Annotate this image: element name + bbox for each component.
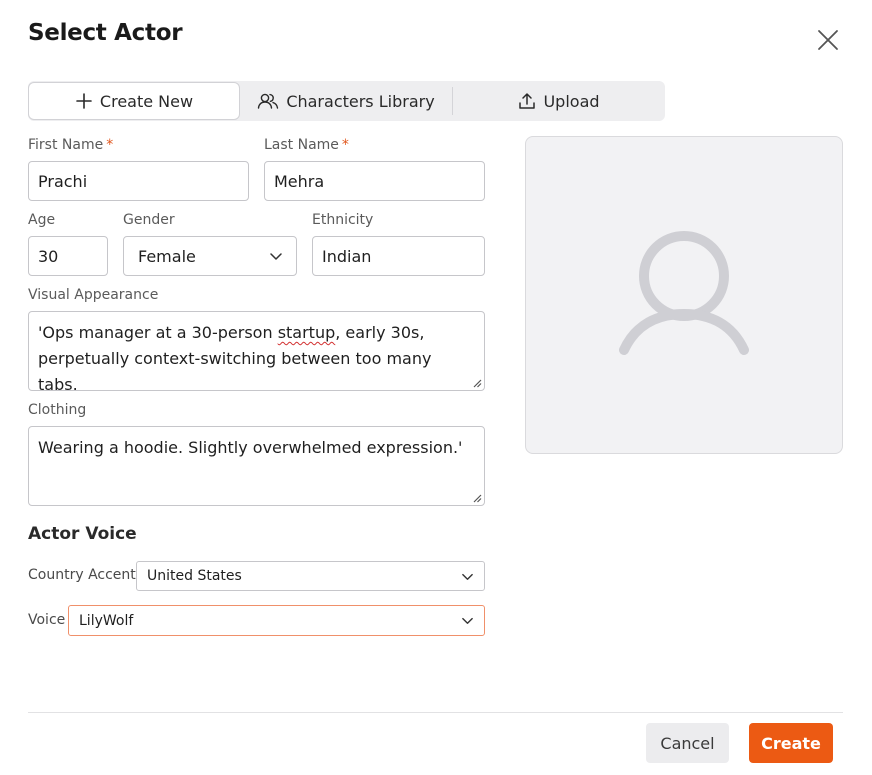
- last-name-value: Mehra: [274, 171, 325, 191]
- age-input[interactable]: 30: [28, 236, 108, 276]
- tab-label: Characters Library: [286, 91, 435, 111]
- visual-appearance-label: Visual Appearance: [28, 287, 159, 303]
- voice-value: LilyWolf: [79, 612, 134, 629]
- required-asterisk: *: [106, 137, 114, 153]
- last-name-label: Last Name *: [264, 137, 349, 153]
- visual-appearance-line-2: perpetually context-switching between to…: [38, 349, 432, 394]
- close-button[interactable]: [814, 26, 842, 54]
- actor-voice-heading: Actor Voice: [28, 524, 137, 544]
- resize-grip-icon[interactable]: [472, 493, 482, 503]
- text-segment: , early 30s,: [335, 323, 425, 342]
- country-accent-label: Country Accent: [28, 567, 136, 583]
- chevron-down-icon: [462, 573, 473, 580]
- chevron-down-icon: [270, 253, 282, 260]
- first-name-label: First Name *: [28, 137, 113, 153]
- gender-select[interactable]: Female: [123, 236, 297, 276]
- ethnicity-label: Ethnicity: [312, 212, 374, 228]
- close-icon: [818, 30, 838, 50]
- users-icon: [258, 93, 279, 109]
- tab-create-new[interactable]: Create New: [28, 82, 240, 120]
- first-name-input[interactable]: Prachi: [28, 161, 249, 201]
- gender-label: Gender: [123, 212, 175, 228]
- tab-label: Upload: [543, 91, 600, 111]
- tab-upload[interactable]: Upload: [453, 81, 665, 121]
- clothing-value: Wearing a hoodie. Slightly overwhelmed e…: [38, 438, 463, 457]
- age-label: Age: [28, 212, 56, 228]
- tab-bar: Create New Characters Library Upload: [28, 81, 665, 121]
- ethnicity-value: Indian: [322, 246, 372, 266]
- first-name-label-text: First Name: [28, 137, 104, 153]
- last-name-label-text: Last Name: [264, 137, 339, 153]
- upload-icon: [519, 93, 536, 109]
- plus-icon: [76, 93, 92, 109]
- chevron-down-icon: [462, 617, 473, 624]
- tab-label: Create New: [99, 91, 194, 111]
- voice-label: Voice: [28, 612, 66, 628]
- actor-preview-panel: [525, 136, 843, 454]
- gender-value: Female: [138, 246, 196, 266]
- visual-appearance-line-1: 'Ops manager at a 30-person startup, ear…: [38, 320, 475, 346]
- country-accent-select[interactable]: United States: [136, 561, 485, 591]
- last-name-input[interactable]: Mehra: [264, 161, 485, 201]
- text-segment: 'Ops manager at a 30-person: [38, 323, 278, 342]
- dialog-title: Select Actor: [28, 20, 183, 46]
- clothing-label: Clothing: [28, 402, 87, 418]
- create-button[interactable]: Create: [749, 723, 833, 763]
- voice-select[interactable]: LilyWolf: [68, 605, 485, 636]
- cancel-button[interactable]: Cancel: [646, 723, 729, 763]
- user-avatar-placeholder-icon: [619, 231, 749, 355]
- visual-appearance-textarea[interactable]: 'Ops manager at a 30-person startup, ear…: [28, 311, 485, 394]
- ethnicity-input[interactable]: Indian: [312, 236, 485, 276]
- tab-characters-library[interactable]: Characters Library: [240, 81, 452, 121]
- country-accent-value: United States: [147, 568, 242, 584]
- first-name-value: Prachi: [38, 171, 88, 191]
- required-asterisk: *: [341, 137, 349, 153]
- age-value: 30: [38, 246, 59, 266]
- footer-divider: [28, 712, 843, 713]
- misspelled-word: startup: [277, 323, 336, 342]
- resize-grip-icon[interactable]: [472, 378, 482, 388]
- clothing-textarea[interactable]: Wearing a hoodie. Slightly overwhelmed e…: [28, 426, 485, 506]
